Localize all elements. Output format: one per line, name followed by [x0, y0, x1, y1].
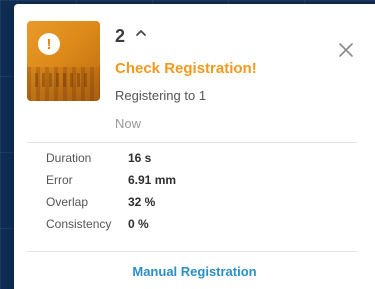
scan-thumbnail: [27, 21, 100, 101]
chevron-up-icon[interactable]: [134, 26, 148, 40]
stat-label-error: Error: [46, 173, 73, 187]
stat-label-overlap: Overlap: [46, 195, 89, 209]
divider: [27, 142, 357, 143]
notification-time: Now: [115, 116, 142, 131]
registration-notification-card: ! 2 Check Registration! Registering to 1…: [14, 4, 375, 289]
stat-label-consistency: Consistency: [46, 217, 112, 231]
notification-count: 2: [115, 26, 126, 46]
notification-title: Check Registration!: [115, 60, 257, 77]
warning-icon: !: [38, 33, 60, 55]
notification-subtitle: Registering to 1: [115, 88, 207, 103]
stat-value-error: 6.91 mm: [128, 173, 177, 187]
stat-label-duration: Duration: [46, 151, 92, 165]
manual-registration-button[interactable]: Manual Registration: [14, 264, 375, 279]
stat-value-duration: 16 s: [128, 151, 152, 165]
divider: [27, 251, 357, 252]
stat-value-consistency: 0 %: [128, 217, 149, 231]
stat-value-overlap: 32 %: [128, 195, 156, 209]
close-icon[interactable]: [337, 41, 355, 59]
